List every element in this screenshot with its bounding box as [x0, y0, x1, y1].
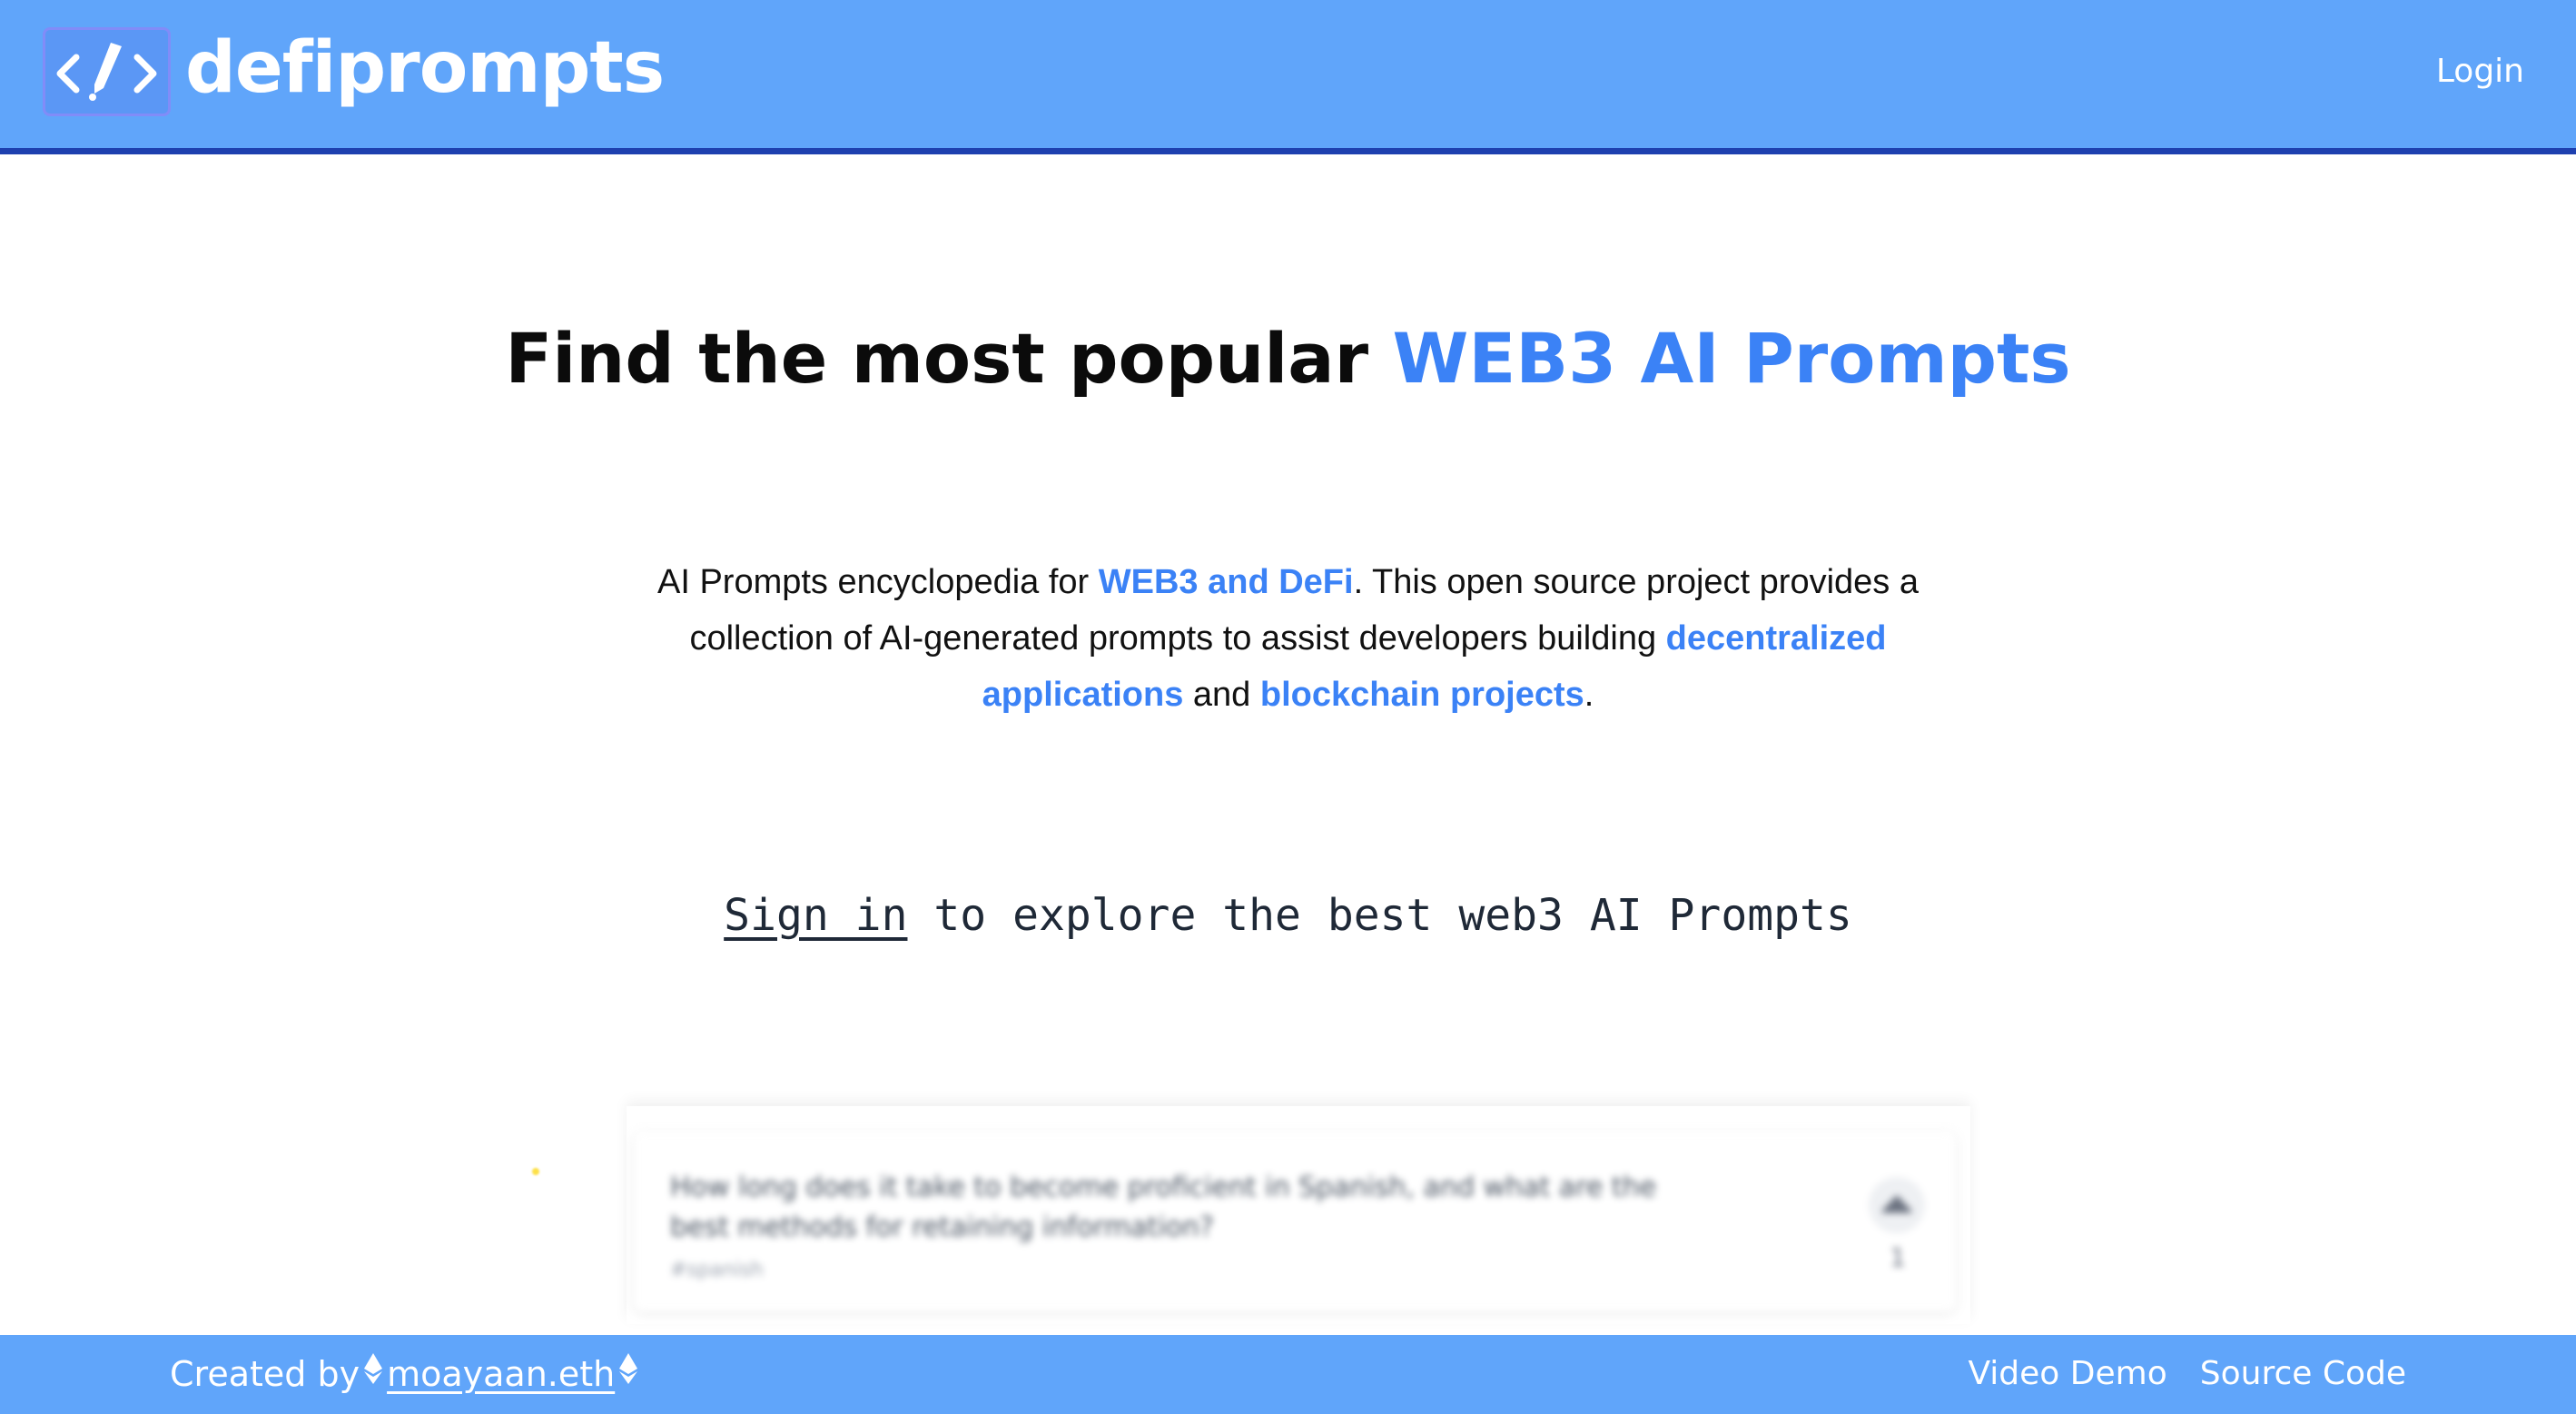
login-link[interactable]: Login — [2436, 49, 2524, 94]
brand-name[interactable]: defiprompts — [185, 18, 665, 118]
prompt-tag: #spanish — [670, 1259, 764, 1281]
prompt-question: How long does it take to become proficie… — [670, 1172, 1657, 1243]
ethereum-icon — [363, 1351, 383, 1397]
created-by-label: Created by — [170, 1354, 360, 1394]
intro-text-4: . — [1584, 676, 1594, 714]
intro-highlight-blockchain: blockchain projects — [1259, 676, 1584, 714]
footer-bar: Created by moayaan.eth Video Demo Source… — [0, 1335, 2576, 1414]
signin-link[interactable]: Sign in — [724, 890, 907, 941]
footer-links: Video Demo Source Code — [1968, 1351, 2406, 1397]
author-link[interactable]: moayaan.eth — [387, 1351, 615, 1397]
prompt-card[interactable]: How long does it take to become proficie… — [634, 1132, 1956, 1311]
intro-text-3: and — [1183, 676, 1260, 714]
intro-highlight-web3-defi: WEB3 and DeFi — [1098, 563, 1354, 601]
title-prefix: Find the most popular — [505, 318, 1393, 399]
prompt-preview-area: How long does it take to become proficie… — [627, 1106, 1970, 1324]
title-accent: WEB3 AI Prompts — [1392, 318, 2071, 399]
signin-rest-text: to explore the best web3 AI Prompts — [907, 890, 1852, 941]
upvote-icon — [1881, 1195, 1912, 1213]
intro-text-1: AI Prompts encyclopedia for — [656, 563, 1099, 601]
code-pen-icon[interactable] — [43, 27, 171, 116]
ethereum-icon — [618, 1351, 638, 1397]
top-navbar: defiprompts Login — [0, 0, 2576, 154]
footer-credit: Created by moayaan.eth — [170, 1351, 642, 1397]
video-demo-link[interactable]: Video Demo — [1968, 1351, 2166, 1397]
decorative-dot — [532, 1168, 539, 1175]
signin-prompt: Sign in to explore the best web3 AI Prom… — [0, 879, 2576, 952]
vote-count: 1 — [1890, 1242, 1906, 1272]
page-title: Find the most popular WEB3 AI Prompts — [0, 309, 2576, 409]
intro-paragraph: AI Prompts encyclopedia for WEB3 and DeF… — [636, 554, 1940, 723]
source-code-link[interactable]: Source Code — [2200, 1351, 2406, 1397]
upvote-button[interactable] — [1869, 1177, 1925, 1233]
